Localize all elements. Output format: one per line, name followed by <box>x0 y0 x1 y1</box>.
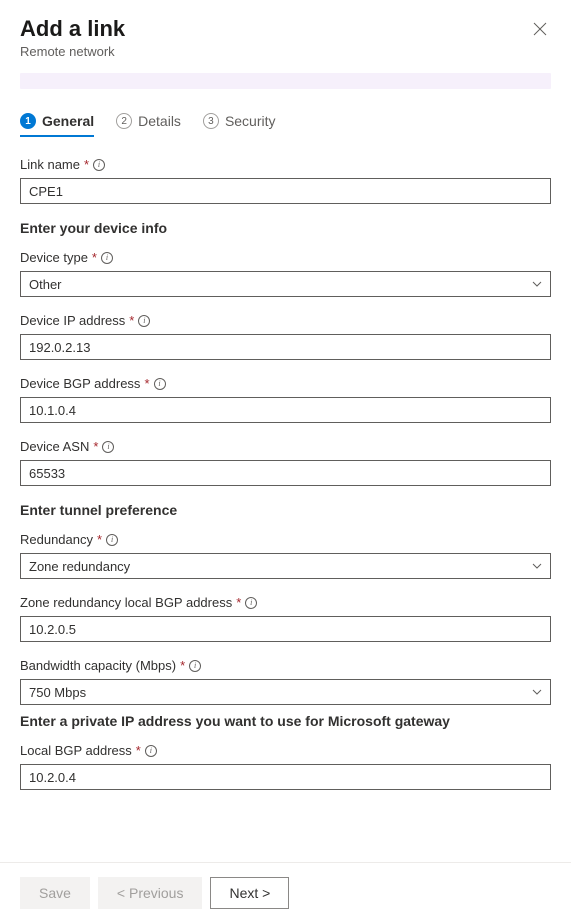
info-icon[interactable]: i <box>102 441 114 453</box>
close-button[interactable] <box>529 18 551 43</box>
bandwidth-label: Bandwidth capacity (Mbps) <box>20 658 176 673</box>
info-icon[interactable]: i <box>145 745 157 757</box>
device-bgp-label: Device BGP address <box>20 376 140 391</box>
page-subtitle: Remote network <box>20 44 125 59</box>
link-name-label: Link name <box>20 157 80 172</box>
tab-label: Security <box>225 113 276 129</box>
page-title: Add a link <box>20 16 125 42</box>
required-indicator: * <box>97 532 102 547</box>
device-info-heading: Enter your device info <box>20 220 551 236</box>
info-icon[interactable]: i <box>245 597 257 609</box>
info-icon[interactable]: i <box>93 159 105 171</box>
required-indicator: * <box>144 376 149 391</box>
device-asn-input[interactable] <box>20 460 551 486</box>
required-indicator: * <box>136 743 141 758</box>
local-bgp-input[interactable] <box>20 764 551 790</box>
next-button[interactable]: Next > <box>210 877 289 909</box>
tab-label: Details <box>138 113 181 129</box>
device-type-select[interactable] <box>20 271 551 297</box>
tab-step-number: 3 <box>203 113 219 129</box>
device-bgp-input[interactable] <box>20 397 551 423</box>
required-indicator: * <box>84 157 89 172</box>
save-button[interactable]: Save <box>20 877 90 909</box>
previous-button[interactable]: < Previous <box>98 877 203 909</box>
required-indicator: * <box>129 313 134 328</box>
info-icon[interactable]: i <box>189 660 201 672</box>
redundancy-select[interactable] <box>20 553 551 579</box>
required-indicator: * <box>236 595 241 610</box>
tab-security[interactable]: 3 Security <box>203 113 276 137</box>
info-icon[interactable]: i <box>138 315 150 327</box>
info-banner <box>20 73 551 89</box>
link-name-input[interactable] <box>20 178 551 204</box>
zone-local-bgp-label: Zone redundancy local BGP address <box>20 595 232 610</box>
device-ip-label: Device IP address <box>20 313 125 328</box>
bandwidth-select[interactable] <box>20 679 551 705</box>
info-icon[interactable]: i <box>154 378 166 390</box>
footer-bar: Save < Previous Next > <box>0 862 571 923</box>
device-type-label: Device type <box>20 250 88 265</box>
device-ip-input[interactable] <box>20 334 551 360</box>
zone-local-bgp-input[interactable] <box>20 616 551 642</box>
tab-step-number: 1 <box>20 113 36 129</box>
required-indicator: * <box>92 250 97 265</box>
wizard-tabs: 1 General 2 Details 3 Security <box>20 113 551 137</box>
tab-label: General <box>42 113 94 129</box>
tab-details[interactable]: 2 Details <box>116 113 181 137</box>
close-icon <box>533 22 547 36</box>
local-bgp-label: Local BGP address <box>20 743 132 758</box>
tunnel-heading: Enter tunnel preference <box>20 502 551 518</box>
redundancy-label: Redundancy <box>20 532 93 547</box>
device-asn-label: Device ASN <box>20 439 89 454</box>
info-icon[interactable]: i <box>106 534 118 546</box>
required-indicator: * <box>93 439 98 454</box>
gateway-heading: Enter a private IP address you want to u… <box>20 713 551 729</box>
required-indicator: * <box>180 658 185 673</box>
tab-general[interactable]: 1 General <box>20 113 94 137</box>
info-icon[interactable]: i <box>101 252 113 264</box>
tab-step-number: 2 <box>116 113 132 129</box>
